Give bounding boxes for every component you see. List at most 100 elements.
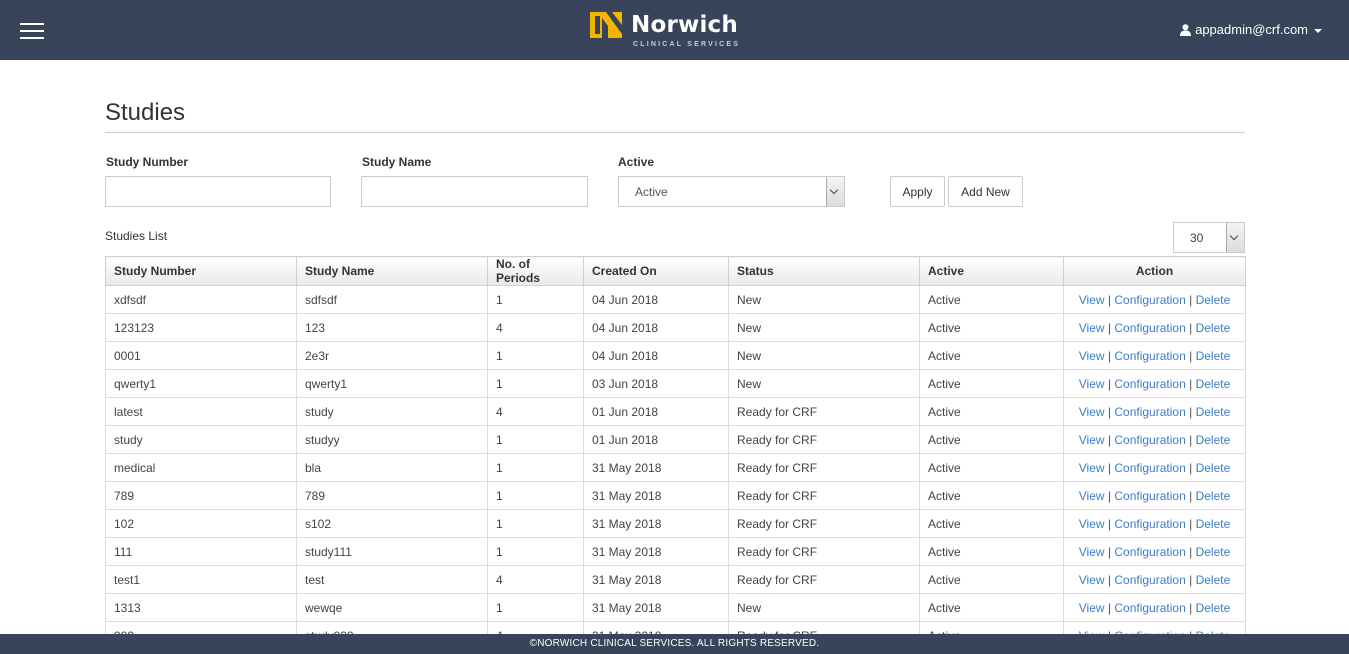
cell-status: New	[728, 285, 920, 314]
delete-link[interactable]: Delete	[1196, 405, 1231, 419]
user-icon	[1180, 23, 1192, 36]
cell-active: Active	[919, 481, 1064, 510]
configuration-link[interactable]: Configuration	[1114, 293, 1185, 307]
configuration-link[interactable]: Configuration	[1114, 517, 1185, 531]
cell-status: New	[728, 313, 920, 342]
apply-button[interactable]: Apply	[890, 176, 945, 207]
column-header-study-name[interactable]: Study Name	[296, 256, 488, 286]
cell-periods: 1	[487, 369, 584, 398]
configuration-link[interactable]: Configuration	[1114, 377, 1185, 391]
cell-study-name: study111	[296, 537, 488, 566]
delete-link[interactable]: Delete	[1196, 349, 1231, 363]
active-filter-select[interactable]: Active	[618, 176, 845, 207]
cell-active: Active	[919, 509, 1064, 538]
table-row: latest study 4 01 Jun 2018 Ready for CRF Acti…	[105, 397, 1246, 426]
chevron-down-icon	[826, 177, 844, 206]
cell-study-number: 123123	[105, 313, 297, 342]
separator: |	[1189, 404, 1193, 419]
view-link[interactable]: View	[1079, 433, 1105, 447]
separator: |	[1107, 376, 1112, 391]
study-number-input[interactable]	[105, 176, 331, 207]
configuration-link[interactable]: Configuration	[1114, 573, 1185, 587]
delete-link[interactable]: Delete	[1196, 573, 1231, 587]
view-link[interactable]: View	[1079, 489, 1105, 503]
separator: |	[1189, 292, 1193, 307]
table-body: xdfsdf sdfsdf 1 04 Jun 2018 New Active View | …	[105, 285, 1246, 650]
configuration-link[interactable]: Configuration	[1114, 545, 1185, 559]
separator: |	[1107, 544, 1112, 559]
configuration-link[interactable]: Configuration	[1114, 349, 1185, 363]
cell-status: Ready for CRF	[728, 565, 920, 594]
view-link[interactable]: View	[1079, 601, 1105, 615]
cell-study-name: test	[296, 565, 488, 594]
cell-created-on: 31 May 2018	[583, 565, 729, 594]
configuration-link[interactable]: Configuration	[1114, 433, 1185, 447]
cell-study-name: sdfsdf	[296, 285, 488, 314]
table-row: xdfsdf sdfsdf 1 04 Jun 2018 New Active View | …	[105, 285, 1246, 314]
configuration-link[interactable]: Configuration	[1114, 405, 1185, 419]
separator: |	[1189, 460, 1193, 475]
delete-link[interactable]: Delete	[1196, 461, 1231, 475]
delete-link[interactable]: Delete	[1196, 433, 1231, 447]
cell-actions: View | Configuration | Delete	[1063, 537, 1246, 566]
cell-active: Active	[919, 369, 1064, 398]
cell-study-name: bla	[296, 453, 488, 482]
column-header-status[interactable]: Status	[728, 256, 920, 286]
view-link[interactable]: View	[1079, 545, 1105, 559]
study-name-label: Study Name	[362, 155, 432, 169]
delete-link[interactable]: Delete	[1196, 489, 1231, 503]
configuration-link[interactable]: Configuration	[1114, 601, 1185, 615]
separator: |	[1107, 460, 1112, 475]
page-title: Studies	[105, 99, 186, 126]
cell-active: Active	[919, 313, 1064, 342]
separator: |	[1107, 516, 1112, 531]
configuration-link[interactable]: Configuration	[1114, 321, 1185, 335]
menu-icon[interactable]	[20, 20, 44, 40]
separator: |	[1107, 404, 1112, 419]
table-row: study studyy 1 01 Jun 2018 Ready for CRF Acti…	[105, 425, 1246, 454]
cell-status: Ready for CRF	[728, 509, 920, 538]
view-link[interactable]: View	[1079, 377, 1105, 391]
column-header-study-number[interactable]: Study Number	[105, 256, 297, 286]
cell-study-number: 111	[105, 537, 297, 566]
cell-study-number: 102	[105, 509, 297, 538]
page-size-select[interactable]: 30	[1173, 222, 1245, 253]
view-link[interactable]: View	[1079, 293, 1105, 307]
cell-active: Active	[919, 341, 1064, 370]
view-link[interactable]: View	[1079, 349, 1105, 363]
table-row: test1 test 4 31 May 2018 Ready for CRF Active…	[105, 565, 1246, 594]
cell-created-on: 03 Jun 2018	[583, 369, 729, 398]
column-header-created-on[interactable]: Created On	[583, 256, 729, 286]
delete-link[interactable]: Delete	[1196, 601, 1231, 615]
norwich-logo[interactable]: Norwich CLINICAL SERVICES	[588, 8, 768, 52]
separator: |	[1189, 376, 1193, 391]
delete-link[interactable]: Delete	[1196, 321, 1231, 335]
configuration-link[interactable]: Configuration	[1114, 461, 1185, 475]
add-new-button[interactable]: Add New	[948, 176, 1023, 207]
cell-created-on: 04 Jun 2018	[583, 285, 729, 314]
cell-study-name: wewqe	[296, 593, 488, 622]
separator: |	[1107, 320, 1112, 335]
view-link[interactable]: View	[1079, 405, 1105, 419]
delete-link[interactable]: Delete	[1196, 545, 1231, 559]
table-row: 123123 123 4 04 Jun 2018 New Active View | Con…	[105, 313, 1246, 342]
cell-periods: 1	[487, 593, 584, 622]
delete-link[interactable]: Delete	[1196, 377, 1231, 391]
study-name-input[interactable]	[361, 176, 588, 207]
view-link[interactable]: View	[1079, 461, 1105, 475]
table-header-row: Study Number Study Name No. of Periods C…	[105, 256, 1246, 286]
view-link[interactable]: View	[1079, 573, 1105, 587]
cell-study-name: 123	[296, 313, 488, 342]
user-menu[interactable]: appadmin@crf.com	[1180, 22, 1322, 37]
cell-status: New	[728, 341, 920, 370]
column-header-active[interactable]: Active	[919, 256, 1064, 286]
footer: ©NORWICH CLINICAL SERVICES. ALL RIGHTS R…	[0, 634, 1349, 654]
view-link[interactable]: View	[1079, 517, 1105, 531]
configuration-link[interactable]: Configuration	[1114, 489, 1185, 503]
view-link[interactable]: View	[1079, 321, 1105, 335]
cell-periods: 1	[487, 453, 584, 482]
delete-link[interactable]: Delete	[1196, 293, 1231, 307]
cell-study-number: medical	[105, 453, 297, 482]
column-header-periods[interactable]: No. of Periods	[487, 256, 584, 286]
delete-link[interactable]: Delete	[1196, 517, 1231, 531]
